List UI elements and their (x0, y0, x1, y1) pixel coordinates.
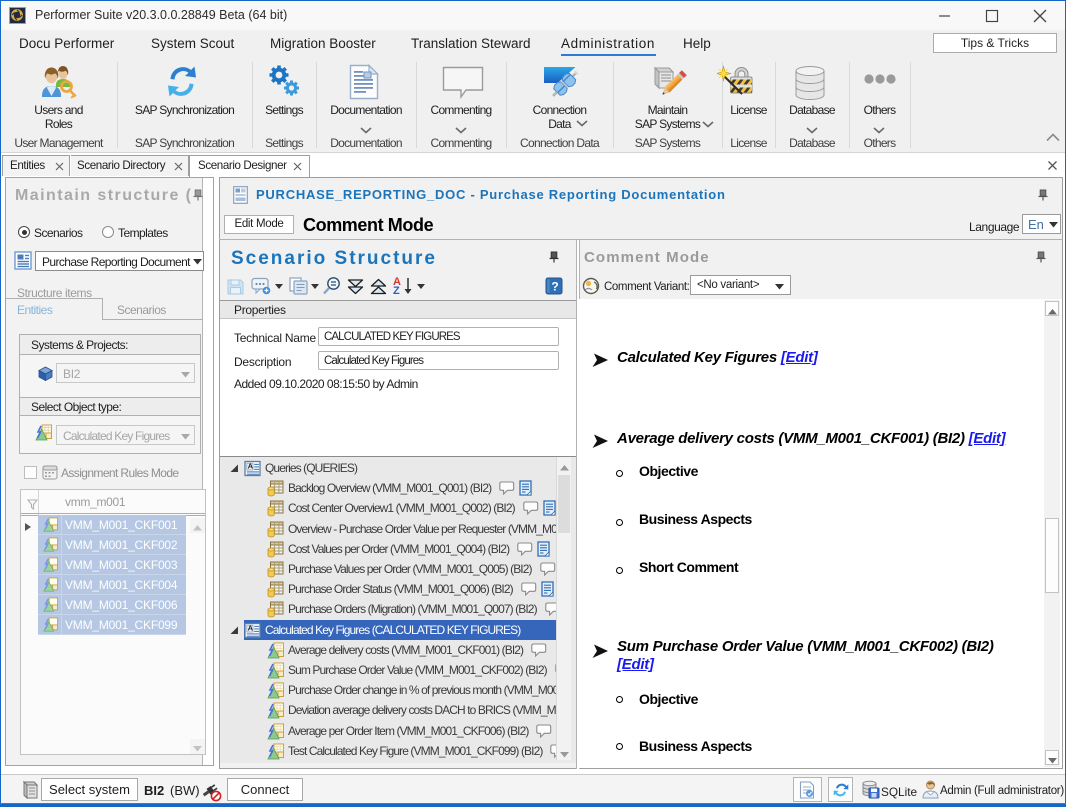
svg-text:?: ? (551, 280, 558, 294)
